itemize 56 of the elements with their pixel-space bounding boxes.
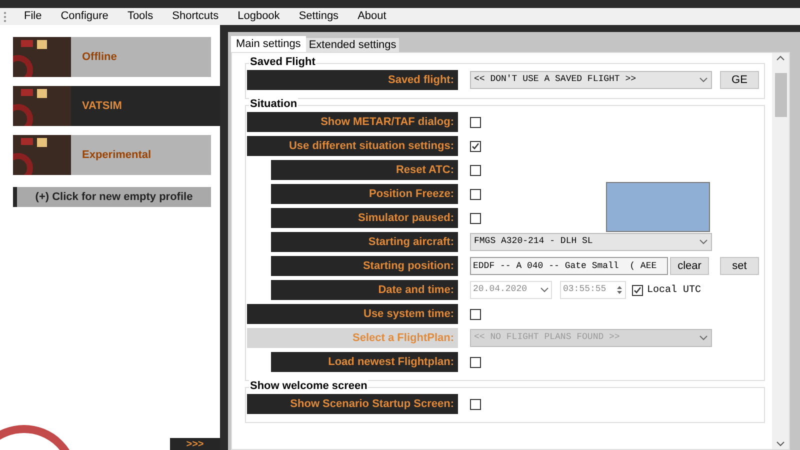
- setting-label: Date and time:: [271, 280, 458, 300]
- checkbox-label: Local UTC: [647, 284, 702, 298]
- checkbox[interactable]: [470, 188, 481, 200]
- button[interactable]: GE: [720, 71, 759, 89]
- setting-label: Select a FlightPlan:: [247, 328, 458, 348]
- profile-thumbnail: [13, 37, 71, 77]
- caret-icon: [699, 239, 708, 245]
- profile-thumbnail: [13, 86, 71, 126]
- checkbox[interactable]: [470, 116, 481, 128]
- date-field[interactable]: 20.04.2020: [470, 281, 552, 299]
- setting-label: Starting position:: [271, 256, 458, 276]
- scrollbar[interactable]: [772, 53, 789, 449]
- setting-label: Use different situation settings:: [247, 136, 458, 156]
- setting-label: Load newest Flightplan:: [271, 352, 458, 372]
- setting-label: Position Freeze:: [271, 184, 458, 204]
- checkbox[interactable]: [470, 356, 481, 368]
- menu-item[interactable]: Logbook: [230, 8, 288, 25]
- new-profile-button[interactable]: (+) Click for new empty profile: [13, 187, 211, 208]
- checkbox[interactable]: [470, 308, 481, 320]
- setting-label: Saved flight:: [247, 70, 458, 90]
- scroll-down-icon[interactable]: [776, 441, 785, 447]
- dropdown[interactable]: FMGS A320-214 - DLH SL: [470, 233, 712, 251]
- profile-thumbnail: [13, 135, 71, 175]
- menu-item[interactable]: Configure: [52, 8, 116, 25]
- scrollbar-thumb[interactable]: [774, 73, 786, 117]
- setting-label: Starting aircraft:: [271, 232, 458, 252]
- tab[interactable]: Extended settings: [306, 38, 400, 52]
- menu-item[interactable]: Tools: [119, 8, 162, 25]
- button[interactable]: clear: [670, 257, 709, 275]
- setting-label: Reset ATC:: [271, 160, 458, 180]
- group-title: Saved Flight: [249, 55, 316, 69]
- setting-label: Simulator paused:: [271, 208, 458, 228]
- setting-label: Show Scenario Startup Screen:: [247, 394, 458, 414]
- button[interactable]: set: [720, 257, 759, 275]
- checkbox[interactable]: [470, 164, 481, 176]
- expand-button[interactable]: >>>: [170, 438, 220, 450]
- input-field[interactable]: EDDF -- A 040 -- Gate Small ( AEE: [470, 257, 668, 275]
- time-field[interactable]: 03:55:55: [560, 281, 626, 299]
- checkbox[interactable]: [470, 140, 481, 152]
- menu-item[interactable]: About: [350, 8, 394, 25]
- caret-icon: [699, 335, 708, 341]
- setting-label: Use system time:: [247, 304, 458, 324]
- profile-item[interactable]: VATSIM: [13, 86, 220, 126]
- checkbox[interactable]: [470, 398, 481, 410]
- setting-label: Show METAR/TAF dialog:: [247, 112, 458, 132]
- menu-item[interactable]: Settings: [290, 8, 347, 25]
- checkbox[interactable]: [470, 212, 481, 224]
- spinner-icon[interactable]: [616, 284, 623, 296]
- scroll-up-icon[interactable]: [776, 55, 785, 61]
- menu-item[interactable]: Shortcuts: [164, 8, 227, 25]
- tab[interactable]: Main settings: [231, 36, 306, 52]
- caret-icon: [699, 77, 708, 83]
- dropdown[interactable]: << DON'T USE A SAVED FLIGHT >>: [470, 71, 712, 89]
- checkbox[interactable]: [632, 284, 643, 296]
- menu-item[interactable]: File: [16, 8, 50, 25]
- caret-icon: [540, 287, 549, 293]
